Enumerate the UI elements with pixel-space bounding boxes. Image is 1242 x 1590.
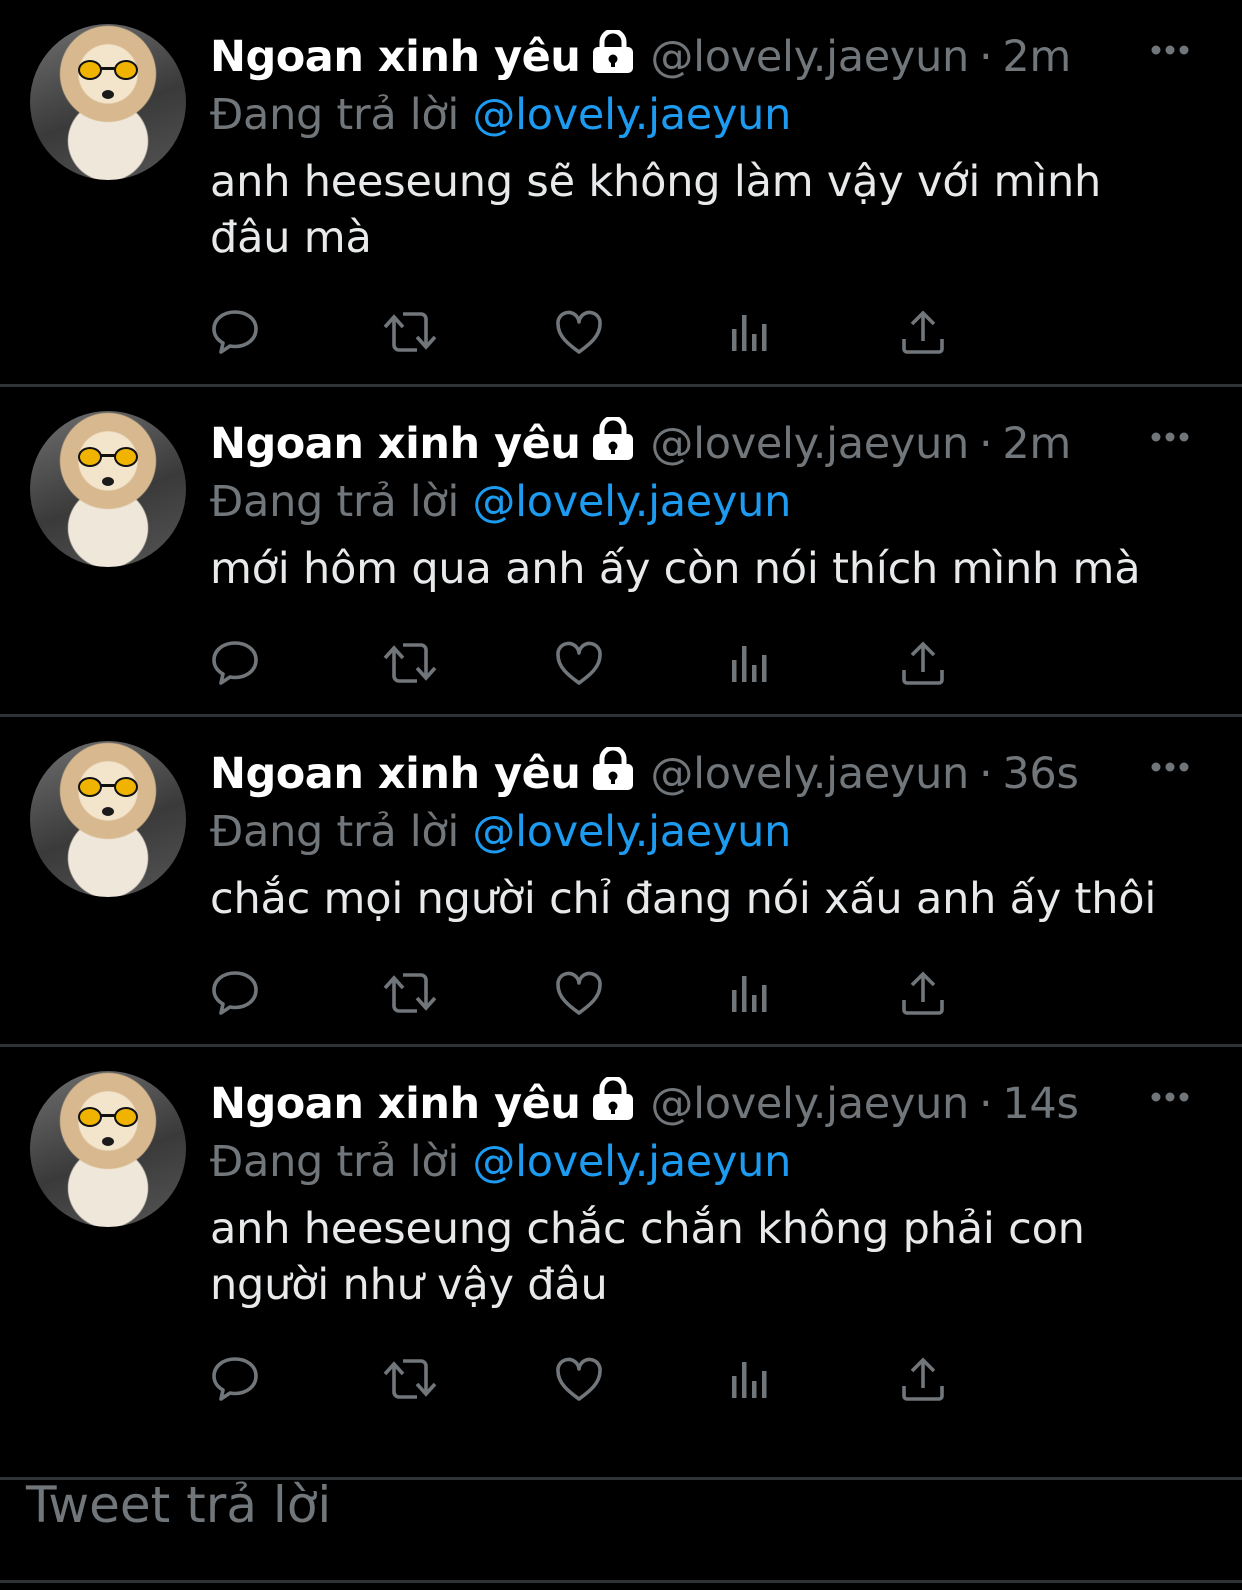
share-icon[interactable] <box>898 635 1070 691</box>
reply-icon[interactable] <box>210 1351 382 1407</box>
tweet[interactable]: Ngoan xinh yêu @lovely.jaeyun · 2m Đang … <box>0 0 1242 387</box>
tweet-actions <box>210 965 1070 1021</box>
share-icon[interactable] <box>898 1351 1070 1407</box>
avatar[interactable] <box>30 1071 186 1227</box>
replying-to: Đang trả lời @lovely.jaeyun <box>210 473 1192 531</box>
share-icon[interactable] <box>898 965 1070 1021</box>
tweet-content: Ngoan xinh yêu @lovely.jaeyun · 36s Đang… <box>210 745 1192 927</box>
handle[interactable]: @lovely.jaeyun <box>650 1079 969 1129</box>
replying-to: Đang trả lời @lovely.jaeyun <box>210 1133 1192 1191</box>
timestamp[interactable]: 36s <box>1002 749 1079 799</box>
tweet-text: anh heeseung chắc chắn không phải con ng… <box>210 1204 1085 1310</box>
heart-icon[interactable] <box>554 965 726 1021</box>
separator-dot: · <box>979 749 993 799</box>
tweet[interactable]: Ngoan xinh yêu @lovely.jaeyun · 36s Đang… <box>0 717 1242 1047</box>
tweet[interactable]: Ngoan xinh yêu @lovely.jaeyun · 14s Đang… <box>0 1047 1242 1480</box>
sunglasses-graphic <box>78 447 138 469</box>
heart-icon[interactable] <box>554 635 726 691</box>
lock-icon <box>590 745 636 802</box>
handle[interactable]: @lovely.jaeyun <box>650 749 969 799</box>
separator-dot: · <box>979 419 993 469</box>
tweet-text: chắc mọi người chỉ đang nói xấu anh ấy t… <box>210 874 1157 924</box>
tweet[interactable]: Ngoan xinh yêu @lovely.jaeyun · 2m Đang … <box>0 387 1242 717</box>
tweet-actions <box>210 1351 1070 1407</box>
replying-prefix: Đang trả lời <box>210 1137 460 1187</box>
mention-link[interactable]: @lovely.jaeyun <box>472 1137 791 1187</box>
replying-to: Đang trả lời @lovely.jaeyun <box>210 86 1192 144</box>
more-icon[interactable] <box>1148 745 1192 789</box>
separator-dot: · <box>979 1079 993 1129</box>
views-icon[interactable] <box>726 635 898 691</box>
sunglasses-graphic <box>78 1107 138 1129</box>
mention-link[interactable]: @lovely.jaeyun <box>472 477 791 527</box>
retweet-icon[interactable] <box>382 635 554 691</box>
tweet-header: Ngoan xinh yêu @lovely.jaeyun · 36s <box>210 745 1192 803</box>
lock-icon <box>590 28 636 85</box>
retweet-icon[interactable] <box>382 1351 554 1407</box>
share-icon[interactable] <box>898 304 1070 360</box>
display-name[interactable]: Ngoan xinh yêu <box>210 419 581 469</box>
more-icon[interactable] <box>1148 415 1192 459</box>
retweet-icon[interactable] <box>382 965 554 1021</box>
handle[interactable]: @lovely.jaeyun <box>650 32 969 82</box>
tweet-content: Ngoan xinh yêu @lovely.jaeyun · 14s Đang… <box>210 1075 1192 1313</box>
avatar[interactable] <box>30 411 186 567</box>
heart-icon[interactable] <box>554 304 726 360</box>
sunglasses-graphic <box>78 60 138 82</box>
display-name[interactable]: Ngoan xinh yêu <box>210 32 581 82</box>
reply-composer[interactable]: Tweet trả lời <box>0 1440 1242 1583</box>
display-name[interactable]: Ngoan xinh yêu <box>210 1079 581 1129</box>
avatar[interactable] <box>30 741 186 897</box>
tweet-content: Ngoan xinh yêu @lovely.jaeyun · 2m Đang … <box>210 415 1192 597</box>
more-icon[interactable] <box>1148 1075 1192 1119</box>
tweet-actions <box>210 304 1070 360</box>
more-icon[interactable] <box>1148 28 1192 72</box>
timestamp[interactable]: 14s <box>1002 1079 1079 1129</box>
tweet-header: Ngoan xinh yêu @lovely.jaeyun · 2m <box>210 28 1192 86</box>
replying-prefix: Đang trả lời <box>210 807 460 857</box>
tweet-actions <box>210 635 1070 691</box>
tweet-header: Ngoan xinh yêu @lovely.jaeyun · 14s <box>210 1075 1192 1133</box>
reply-input-placeholder[interactable]: Tweet trả lời <box>26 1476 331 1534</box>
mention-link[interactable]: @lovely.jaeyun <box>472 90 791 140</box>
tweet-header: Ngoan xinh yêu @lovely.jaeyun · 2m <box>210 415 1192 473</box>
reply-icon[interactable] <box>210 304 382 360</box>
lock-icon <box>590 1075 636 1132</box>
timestamp[interactable]: 2m <box>1002 32 1071 82</box>
views-icon[interactable] <box>726 304 898 360</box>
heart-icon[interactable] <box>554 1351 726 1407</box>
display-name[interactable]: Ngoan xinh yêu <box>210 749 581 799</box>
separator-dot: · <box>979 32 993 82</box>
retweet-icon[interactable] <box>382 304 554 360</box>
lock-icon <box>590 415 636 472</box>
tweet-content: Ngoan xinh yêu @lovely.jaeyun · 2m Đang … <box>210 28 1192 266</box>
replying-to: Đang trả lời @lovely.jaeyun <box>210 803 1192 861</box>
reply-icon[interactable] <box>210 965 382 1021</box>
tweet-text: mới hôm qua anh ấy còn nói thích mình mà <box>210 544 1141 594</box>
views-icon[interactable] <box>726 1351 898 1407</box>
sunglasses-graphic <box>78 777 138 799</box>
handle[interactable]: @lovely.jaeyun <box>650 419 969 469</box>
avatar[interactable] <box>30 24 186 180</box>
replying-prefix: Đang trả lời <box>210 477 460 527</box>
reply-icon[interactable] <box>210 635 382 691</box>
replying-prefix: Đang trả lời <box>210 90 460 140</box>
mention-link[interactable]: @lovely.jaeyun <box>472 807 791 857</box>
tweet-text: anh heeseung sẽ không làm vậy với mình đ… <box>210 157 1102 263</box>
timestamp[interactable]: 2m <box>1002 419 1071 469</box>
views-icon[interactable] <box>726 965 898 1021</box>
